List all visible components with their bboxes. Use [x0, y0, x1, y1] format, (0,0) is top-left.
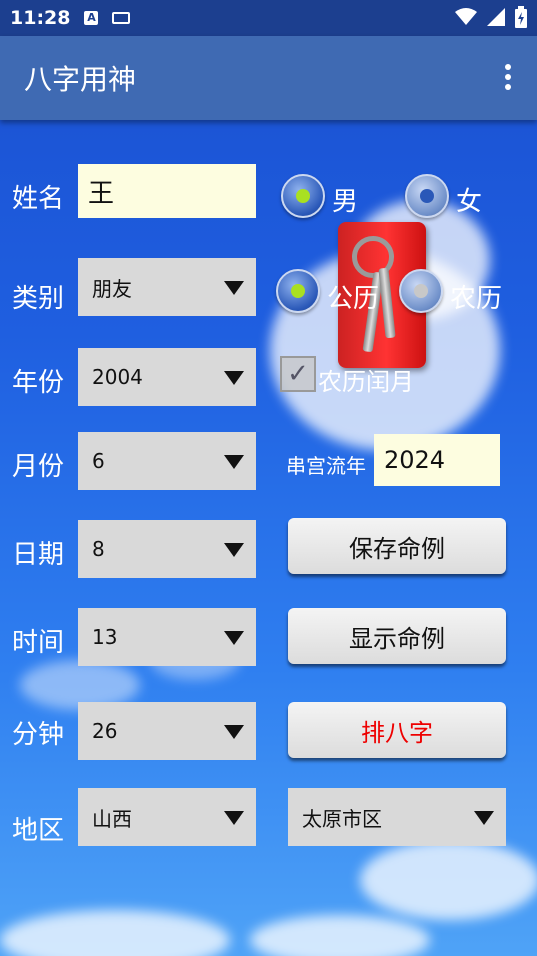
hour-spinner[interactable]: 13: [78, 608, 256, 666]
year-spinner[interactable]: 2004: [78, 348, 256, 406]
month-spinner[interactable]: 6: [78, 432, 256, 490]
dropdown-arrow-icon: [224, 543, 244, 557]
region-label: 地区: [12, 816, 65, 846]
cloud-decoration: [360, 840, 537, 920]
month-label: 月份: [12, 452, 65, 482]
show-case-button[interactable]: 显示命例: [288, 608, 506, 664]
signal-icon: [487, 8, 505, 26]
city-value: 太原市区: [302, 806, 382, 831]
calendar-lunar-radio[interactable]: [399, 269, 443, 313]
day-value: 8: [92, 537, 105, 561]
leap-month-label: 农历闰月: [318, 368, 414, 396]
flow-year-label: 串宫流年: [286, 454, 366, 478]
wifi-icon: [455, 8, 477, 25]
calendar-solar-radio[interactable]: [276, 269, 320, 313]
dropdown-arrow-icon: [224, 631, 244, 645]
name-input[interactable]: 王: [78, 164, 256, 218]
day-spinner[interactable]: 8: [78, 520, 256, 578]
name-label: 姓名: [12, 184, 65, 214]
flow-year-input[interactable]: 2024: [374, 434, 500, 486]
more-vert-icon[interactable]: [505, 64, 511, 94]
status-time: 11:28: [10, 7, 71, 29]
hour-label: 时间: [12, 628, 65, 658]
leap-month-checkbox[interactable]: ✓: [280, 356, 316, 392]
dropdown-arrow-icon: [224, 455, 244, 469]
calendar-lunar-label: 农历: [450, 284, 503, 314]
dropdown-arrow-icon: [224, 725, 244, 739]
dropdown-arrow-icon: [224, 371, 244, 385]
dropdown-arrow-icon: [224, 811, 244, 825]
category-spinner[interactable]: 朋友: [78, 258, 256, 316]
minute-value: 26: [92, 719, 118, 743]
calculate-bazi-button[interactable]: 排八字: [288, 702, 506, 758]
hour-value: 13: [92, 625, 118, 649]
battery-icon: [515, 6, 527, 28]
gender-male-radio[interactable]: [281, 174, 325, 218]
year-label: 年份: [12, 368, 65, 398]
a-notification-icon: A: [84, 11, 99, 25]
category-value: 朋友: [92, 276, 132, 301]
status-bar: 11:28 A: [0, 0, 537, 36]
save-case-button[interactable]: 保存命例: [288, 518, 506, 574]
minute-label: 分钟: [12, 720, 65, 750]
keyboard-icon: [112, 12, 131, 24]
province-value: 山西: [92, 806, 132, 831]
city-spinner[interactable]: 太原市区: [288, 788, 506, 846]
app-bar: 八字用神: [0, 36, 537, 120]
day-label: 日期: [12, 540, 65, 570]
gender-female-radio[interactable]: [405, 174, 449, 218]
dropdown-arrow-icon: [474, 811, 494, 825]
gender-female-label: 女: [456, 187, 483, 217]
province-spinner[interactable]: 山西: [78, 788, 256, 846]
year-value: 2004: [92, 365, 143, 389]
app-title: 八字用神: [24, 63, 137, 96]
calendar-solar-label: 公历: [327, 284, 380, 314]
minute-spinner[interactable]: 26: [78, 702, 256, 760]
cloud-decoration: [0, 910, 230, 956]
dropdown-arrow-icon: [224, 281, 244, 295]
gender-male-label: 男: [332, 187, 359, 217]
month-value: 6: [92, 449, 105, 473]
category-label: 类别: [12, 284, 65, 314]
cloud-decoration: [250, 915, 430, 956]
